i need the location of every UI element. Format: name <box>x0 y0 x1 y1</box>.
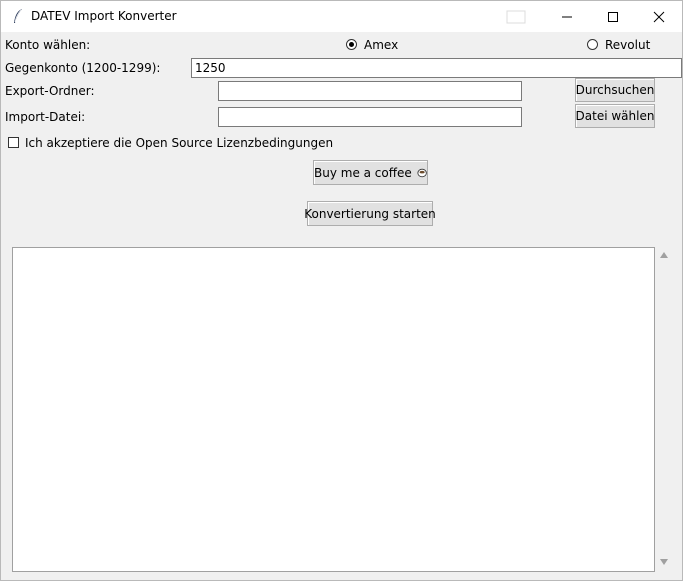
import-label: Import-Datei: <box>5 110 86 124</box>
maximize-button[interactable] <box>590 1 636 32</box>
minimize-button[interactable] <box>544 1 590 32</box>
coffee-button-label: Buy me a coffee <box>314 165 412 180</box>
license-checkbox[interactable] <box>8 137 19 148</box>
close-button[interactable] <box>636 1 682 32</box>
license-label[interactable]: Ich akzeptiere die Open Source Lizenzbed… <box>25 136 333 150</box>
window-title: DATEV Import Konverter <box>31 9 177 23</box>
gegenkonto-label: Gegenkonto (1200-1299): <box>5 61 161 75</box>
maximize-icon <box>608 11 618 22</box>
minimize-icon <box>562 16 572 17</box>
browse-button[interactable]: Durchsuchen <box>575 78 655 102</box>
title-bar: DATEV Import Konverter <box>1 1 682 32</box>
scroll-up-icon[interactable] <box>660 252 668 258</box>
radio-amex[interactable] <box>346 39 357 50</box>
convert-button[interactable]: Konvertierung starten <box>304 201 436 226</box>
radio-revolut-label[interactable]: Revolut <box>605 38 650 52</box>
coffee-button[interactable]: Buy me a coffee <box>313 160 428 185</box>
radio-amex-label[interactable]: Amex <box>364 38 398 52</box>
app-window: DATEV Import Konverter Konto wählen: Ame… <box>0 0 683 581</box>
gegenkonto-input[interactable]: 1250 <box>191 58 682 78</box>
log-textarea[interactable] <box>12 247 655 572</box>
coffee-icon <box>417 168 427 177</box>
import-file-input[interactable] <box>218 107 522 127</box>
radio-revolut[interactable] <box>587 39 598 50</box>
konto-label: Konto wählen: <box>5 38 91 52</box>
radio-selected-dot <box>349 42 354 47</box>
export-label: Export-Ordner: <box>5 84 95 98</box>
log-scrollbar[interactable] <box>656 247 673 572</box>
close-icon <box>653 11 665 22</box>
export-folder-input[interactable] <box>218 81 522 101</box>
snap-layout-icon <box>506 10 526 24</box>
choose-file-button[interactable]: Datei wählen <box>575 104 655 128</box>
feather-icon <box>14 9 22 23</box>
scroll-down-icon[interactable] <box>660 559 668 565</box>
